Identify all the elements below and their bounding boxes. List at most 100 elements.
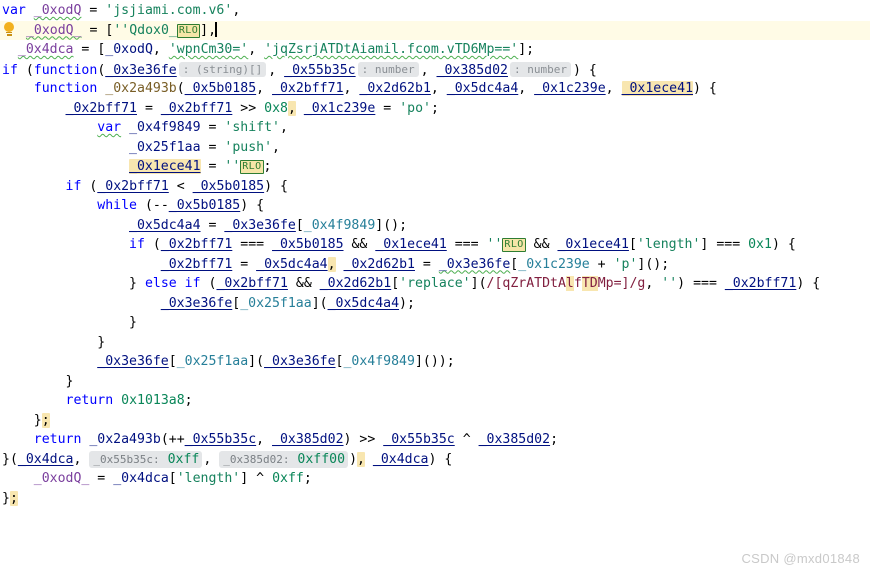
rlo-invisible-char-marker: RLO (240, 160, 264, 174)
keyword-return: return (65, 393, 114, 408)
identifier: _0x5b0185 (168, 198, 241, 213)
identifier: _0x2bff71 (216, 276, 288, 291)
identifier: _0x55b35c (184, 432, 257, 447)
keyword-else: else (144, 276, 177, 291)
string-literal: 'p' (613, 256, 638, 272)
code-line[interactable]: }; (0, 489, 870, 509)
identifier: _0x2bff71 (65, 100, 137, 116)
keyword-var: var (2, 3, 26, 18)
string-literal: '' (224, 159, 241, 174)
code-line[interactable]: _0x25f1aa = 'push', (0, 138, 870, 158)
inlay-hint-type: : number (509, 61, 571, 77)
keyword-return: return (33, 432, 82, 447)
code-line[interactable]: return _0x2a493b(++_0x55b35c, _0x385d02)… (0, 430, 870, 450)
identifier: _0x4dca (113, 471, 169, 486)
identifier: _0x5b0185 (272, 237, 344, 252)
identifier: _0x25f1aa (129, 139, 201, 155)
code-line[interactable]: } else if (_0x2bff71 && _0x2d62b1['repla… (0, 274, 870, 294)
string-literal: 'jsjiami.com.v6' (105, 3, 233, 18)
identifier: _0x3e36fe (264, 354, 336, 369)
identifier: _0xodQ_ (25, 22, 82, 38)
code-line-current[interactable]: _0xodQ_ = [''Qdox0_ RLO], (0, 20, 870, 40)
identifier: _0x4f9849 (129, 120, 201, 135)
inlay-hint-type: : (string)[] (178, 61, 267, 77)
code-line[interactable]: }; (0, 411, 870, 431)
function-call: _0x2a493b (89, 432, 161, 447)
identifier: _0x3e36fe (438, 256, 511, 272)
code-line[interactable]: _0x2bff71 = _0x2bff71 >> 0x8, _0x1c239e … (0, 99, 870, 119)
code-line[interactable]: if (_0x2bff71 === _0x5b0185 && _0x1ece41… (0, 235, 870, 255)
code-line[interactable]: function _0x2a493b(_0x5b0185, _0x2bff71,… (0, 79, 870, 99)
identifier: _0x5dc4a4 (129, 217, 201, 233)
code-line[interactable]: if (_0x2bff71 < _0x5b0185) { (0, 177, 870, 197)
text-cursor (215, 21, 217, 37)
identifier: _0xodQ (105, 42, 153, 57)
code-line[interactable]: } (0, 313, 870, 333)
identifier: _0x2d62b1 (343, 256, 415, 272)
parameter-highlighted: _0x1ece41 (621, 81, 694, 96)
code-line[interactable]: while (--_0x5b0185) { (0, 196, 870, 216)
identifier: _0x2bff71 (97, 178, 169, 194)
identifier: _0x2bff71 (160, 237, 233, 252)
regex-literal: /[qZrATDtAlfTDMp=] (486, 276, 630, 291)
member-access: _0x4f9849 (303, 217, 376, 233)
keyword-if: if (65, 178, 82, 194)
code-line[interactable]: _0x3e36fe[_0x25f1aa](_0x3e36fe[_0x4f9849… (0, 352, 870, 372)
parameter: _0x1c239e (534, 81, 606, 96)
identifier: _0xodQ (33, 3, 82, 18)
string-literal: 'length' (636, 237, 701, 252)
keyword-var: var (97, 120, 122, 135)
identifier: _0x5dc4a4 (327, 295, 400, 311)
string-literal: 'jqZsrjATDtAiamil.fcom.vTD6Mp==' (264, 42, 519, 57)
code-line[interactable]: return 0x1013a8; (0, 391, 870, 411)
identifier: _0x55b35c (383, 432, 455, 447)
identifier: _0x3e36fe (97, 354, 169, 369)
string-literal: 'length' (176, 471, 241, 486)
code-line[interactable]: var _0x4f9849 = 'shift', (0, 118, 870, 138)
member-access: _0x1c239e (518, 256, 590, 272)
keyword-function: function (33, 81, 98, 96)
code-editor[interactable]: var _0xodQ = 'jsjiami.com.v6', _0xodQ_ =… (0, 0, 870, 576)
inlay-hint-type: : number (357, 61, 419, 77)
function-name: _0x2a493b (105, 81, 177, 96)
identifier: _0x5b0185 (192, 178, 265, 194)
identifier: _0x4dca (17, 451, 74, 467)
rlo-invisible-char-marker: RLO (176, 23, 201, 38)
lightbulb-icon[interactable] (2, 21, 16, 37)
identifier: _0x385d02 (272, 432, 344, 447)
identifier: _0x4dca (17, 42, 74, 57)
keyword-while: while (97, 198, 137, 213)
code-line[interactable]: var _0xodQ = 'jsjiami.com.v6', (0, 1, 870, 21)
code-line[interactable]: } (0, 333, 870, 353)
member-access: _0x4f9849 (343, 354, 415, 369)
code-line[interactable]: if (function(_0x3e36fe: (string)[], _0x5… (0, 60, 870, 80)
identifier: _0x2d62b1 (319, 276, 392, 291)
code-line[interactable]: _0xodQ_ = _0x4dca['length'] ^ 0xff; (0, 469, 870, 489)
code-line[interactable]: _0x3e36fe[_0x25f1aa](_0x5dc4a4); (0, 294, 870, 314)
parameter: _0x2bff71 (272, 81, 344, 96)
string-literal: 'shift' (224, 120, 280, 135)
number-literal: 0x8 (264, 100, 288, 116)
string-literal: 'wpnCm30=' (168, 42, 249, 57)
code-line[interactable]: _0x2bff71 = _0x5dc4a4, _0x2d62b1 = _0x3e… (0, 255, 870, 275)
string-literal: '' (486, 237, 503, 252)
code-line[interactable]: _0x1ece41 = '' RLO; (0, 157, 870, 177)
code-line[interactable]: } (0, 372, 870, 392)
string-literal: 'replace' (399, 276, 471, 291)
parameter: _0x385d02 (436, 62, 508, 78)
identifier: _0x2bff71 (724, 276, 797, 291)
keyword-function: function (33, 62, 98, 78)
member-access: _0x25f1aa (176, 354, 249, 369)
code-line[interactable]: }(_0x4dca, _0x55b35c: 0xff, _0x385d02: 0… (0, 450, 870, 470)
keyword-if: if (184, 276, 201, 291)
identifier: _0x2bff71 (160, 100, 233, 116)
code-line[interactable]: _0x4dca = [_0xodQ, 'wpnCm30=', 'jqZsrjAT… (0, 40, 870, 60)
identifier: _0xodQ_ (33, 471, 90, 486)
string-literal: '' (661, 276, 678, 291)
identifier: _0x1c239e (303, 100, 376, 116)
keyword-if: if (2, 62, 18, 78)
rlo-invisible-char-marker: RLO (502, 238, 526, 252)
code-line[interactable]: _0x5dc4a4 = _0x3e36fe[_0x4f9849](); (0, 216, 870, 236)
parameter: _0x2d62b1 (359, 81, 431, 96)
identifier: _0x3e36fe (224, 217, 296, 233)
